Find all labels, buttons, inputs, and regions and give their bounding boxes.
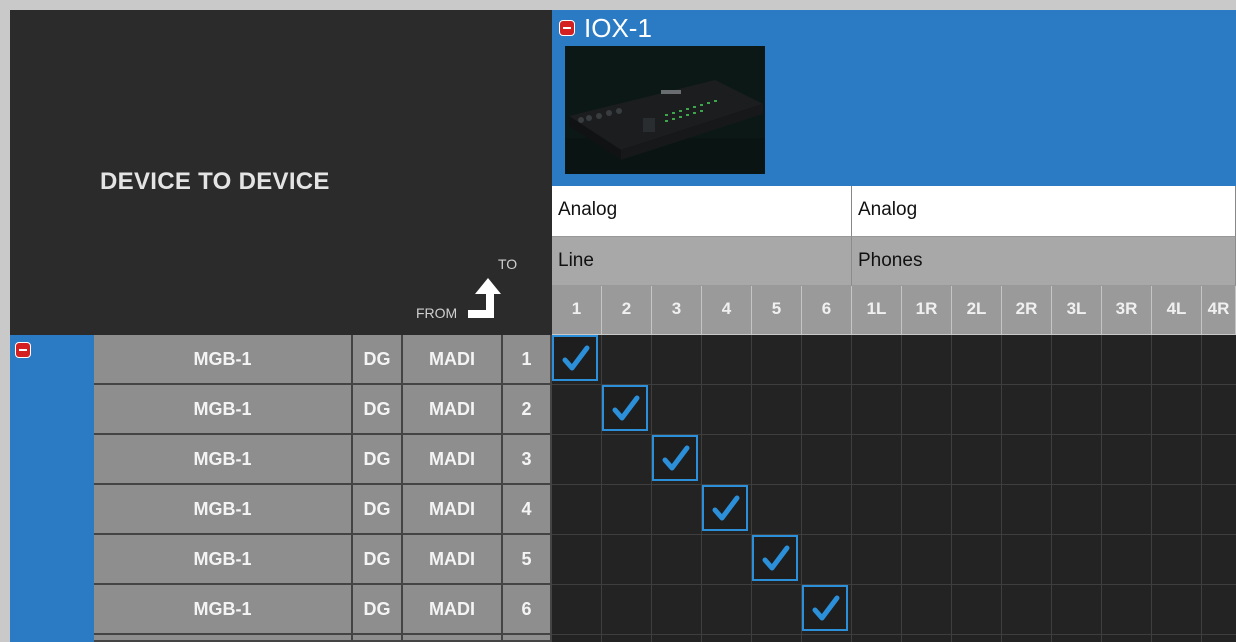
grid-column-line: [951, 335, 952, 642]
destination-channel-header[interactable]: 3R: [1102, 286, 1152, 334]
source-channel-cell[interactable]: 6: [503, 585, 552, 635]
routing-matrix: DEVICE TO DEVICE TO FROM IOX-1 Analog Li…: [0, 0, 1236, 642]
source-port-cell[interactable]: MADI: [403, 585, 503, 635]
route-checkmark[interactable]: [802, 585, 848, 631]
routing-grid: [552, 335, 1236, 642]
source-channel-cell[interactable]: 2: [503, 385, 552, 435]
source-type-cell[interactable]: DG: [353, 335, 403, 385]
source-channel-cell[interactable]: 4: [503, 485, 552, 535]
source-device-cell[interactable]: MGB-1: [94, 485, 353, 535]
remove-source-device-button[interactable]: [15, 342, 31, 358]
source-port-cell[interactable]: MADI: [403, 485, 503, 535]
source-port-cell[interactable]: MADI: [403, 335, 503, 385]
source-row-cell-partial: [503, 635, 552, 642]
destination-device-header: IOX-1: [552, 10, 1236, 186]
route-checkmark[interactable]: [652, 435, 698, 481]
grid-row-line: [552, 584, 1236, 585]
destination-channel-header[interactable]: 4L: [1152, 286, 1202, 334]
route-checkmark[interactable]: [602, 385, 648, 431]
destination-channel-header[interactable]: 4: [702, 286, 752, 334]
checkmark-icon: [762, 545, 790, 571]
audio-interface-photo-icon: [565, 46, 765, 174]
destination-channel-header[interactable]: 2L: [952, 286, 1002, 334]
grid-column-line: [851, 335, 852, 642]
destination-channel-header[interactable]: 1: [552, 286, 602, 334]
source-row-cell-partial: [403, 635, 503, 642]
source-type-cell[interactable]: DG: [353, 535, 403, 585]
source-device-cell[interactable]: MGB-1: [94, 385, 353, 435]
destination-channel-header[interactable]: 1L: [852, 286, 902, 334]
grid-column-line: [651, 335, 652, 642]
grid-column-line: [1151, 335, 1152, 642]
route-checkmark[interactable]: [702, 485, 748, 531]
destination-channel-header[interactable]: 5: [752, 286, 802, 334]
source-port-cell[interactable]: MADI: [403, 435, 503, 485]
source-type-cell[interactable]: DG: [353, 385, 403, 435]
matrix-corner-panel: DEVICE TO DEVICE TO FROM: [10, 10, 552, 335]
bank-type-label: Analog: [852, 186, 1236, 237]
source-device-cell[interactable]: MGB-1: [94, 435, 353, 485]
bank-subtype-label: Phones: [852, 237, 1236, 286]
source-device-cell[interactable]: MGB-1: [94, 335, 353, 385]
destination-channel-header[interactable]: 1R: [902, 286, 952, 334]
grid-column-line: [601, 335, 602, 642]
route-checkmark[interactable]: [552, 335, 598, 381]
grid-row-line: [552, 534, 1236, 535]
destination-channel-header[interactable]: 3: [652, 286, 702, 334]
checkmark-icon: [812, 595, 840, 621]
source-type-cell[interactable]: DG: [353, 435, 403, 485]
bank-type-label: Analog: [552, 186, 852, 237]
grid-column-line: [751, 335, 752, 642]
source-device-cell[interactable]: MGB-1: [94, 585, 353, 635]
destination-channel-header[interactable]: 4R: [1202, 286, 1236, 334]
source-row-cell-partial: [353, 635, 403, 642]
source-channel-cell[interactable]: 1: [503, 335, 552, 385]
checkmark-icon: [612, 395, 640, 421]
destination-device-name: IOX-1: [584, 13, 652, 43]
destination-channel-header[interactable]: 6: [802, 286, 852, 334]
source-type-cell[interactable]: DG: [353, 485, 403, 535]
grid-column-line: [1051, 335, 1052, 642]
checkmark-icon: [712, 495, 740, 521]
source-type-cell[interactable]: DG: [353, 585, 403, 635]
source-port-cell[interactable]: MADI: [403, 385, 503, 435]
checkmark-icon: [662, 445, 690, 471]
route-checkmark[interactable]: [752, 535, 798, 581]
to-label: TO: [498, 256, 518, 272]
grid-column-line: [901, 335, 902, 642]
source-row-cell-partial: [94, 635, 353, 642]
grid-column-line: [1201, 335, 1202, 642]
remove-destination-device-button[interactable]: [559, 20, 575, 36]
destination-channel-header[interactable]: 2R: [1002, 286, 1052, 334]
source-port-cell[interactable]: MADI: [403, 535, 503, 585]
from-label: FROM: [416, 305, 458, 321]
source-device-sidebar: [10, 335, 94, 642]
source-channel-cell[interactable]: 3: [503, 435, 552, 485]
grid-column-line: [1101, 335, 1102, 642]
matrix-title: DEVICE TO DEVICE: [100, 168, 330, 195]
destination-channel-header[interactable]: 3L: [1052, 286, 1102, 334]
checkmark-icon: [562, 345, 590, 371]
grid-row-line: [552, 634, 1236, 635]
destination-channel-header[interactable]: 2: [602, 286, 652, 334]
grid-column-line: [1001, 335, 1002, 642]
to-arrow-icon: [468, 278, 501, 318]
source-channel-cell[interactable]: 5: [503, 535, 552, 585]
source-device-cell[interactable]: MGB-1: [94, 535, 353, 585]
bank-subtype-label: Line: [552, 237, 852, 286]
grid-row-line: [552, 384, 1236, 385]
grid-row-line: [552, 484, 1236, 485]
